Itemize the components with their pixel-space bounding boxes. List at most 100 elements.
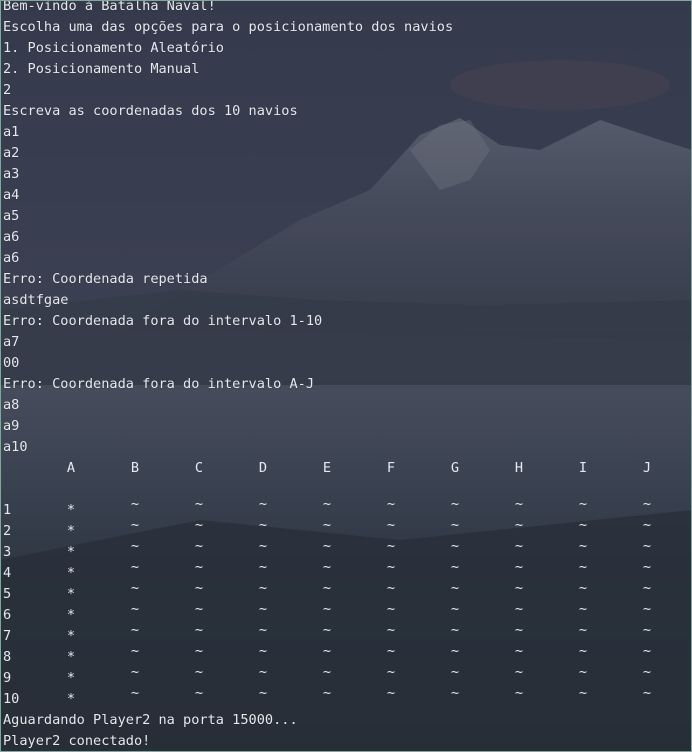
water-cell: ~: [258, 496, 268, 512]
water-cell: ~: [322, 517, 332, 533]
board-row-label: 2: [3, 523, 12, 539]
terminal-line: Escolha uma das opções para o posicionam…: [3, 19, 454, 35]
terminal-line: a8: [3, 397, 20, 413]
water-cell: ~: [578, 496, 588, 512]
terminal-line: a4: [3, 187, 20, 203]
ship-cell: *: [66, 607, 76, 623]
terminal-line: a1: [3, 124, 20, 140]
ship-cell: *: [66, 544, 76, 560]
water-cell: ~: [642, 559, 652, 575]
water-cell: ~: [514, 622, 524, 638]
terminal-line: asdtfgae: [3, 292, 69, 308]
board-column-header: H: [514, 460, 524, 476]
board-column-header: G: [450, 460, 460, 476]
water-cell: ~: [578, 580, 588, 596]
ship-cell: *: [66, 691, 76, 707]
water-cell: ~: [514, 685, 524, 701]
water-cell: ~: [386, 685, 396, 701]
water-cell: ~: [386, 538, 396, 554]
water-cell: ~: [194, 601, 204, 617]
board-row-label: 10: [3, 691, 20, 707]
ship-cell: *: [66, 523, 76, 539]
water-cell: ~: [642, 643, 652, 659]
board-row-label: 1: [3, 502, 12, 518]
terminal-line: a7: [3, 334, 20, 350]
water-cell: ~: [258, 601, 268, 617]
water-cell: ~: [322, 622, 332, 638]
water-cell: ~: [642, 685, 652, 701]
terminal-line: 2: [3, 82, 12, 98]
water-cell: ~: [130, 622, 140, 638]
terminal-line: a9: [3, 418, 20, 434]
board-column-header: J: [642, 460, 652, 476]
terminal-window[interactable]: Bem-vindo à Batalha Naval! Escolha uma da…: [0, 0, 692, 752]
board-row-label: 6: [3, 607, 12, 623]
water-cell: ~: [450, 664, 460, 680]
terminal-line: a5: [3, 208, 20, 224]
terminal-line: 1. Posicionamento Aleatório: [3, 40, 224, 56]
water-cell: ~: [514, 517, 524, 533]
board-row-label: 8: [3, 649, 12, 665]
water-cell: ~: [322, 538, 332, 554]
terminal-line: a10: [3, 439, 28, 455]
ship-cell: *: [66, 565, 76, 581]
water-cell: ~: [322, 664, 332, 680]
water-cell: ~: [642, 580, 652, 596]
water-cell: ~: [450, 622, 460, 638]
water-cell: ~: [130, 580, 140, 596]
water-cell: ~: [642, 538, 652, 554]
water-cell: ~: [450, 538, 460, 554]
ship-cell: *: [66, 502, 76, 518]
water-cell: ~: [322, 496, 332, 512]
board-column-header: C: [194, 460, 204, 476]
water-cell: ~: [450, 685, 460, 701]
ship-cell: *: [66, 649, 76, 665]
water-cell: ~: [258, 664, 268, 680]
water-cell: ~: [514, 559, 524, 575]
terminal-line: 00: [3, 355, 20, 371]
board-row-label: 5: [3, 586, 12, 602]
board-column-header: B: [130, 460, 140, 476]
board-row-label: 4: [3, 565, 12, 581]
ship-cell: *: [66, 628, 76, 644]
terminal-line: a6: [3, 250, 20, 266]
water-cell: ~: [514, 496, 524, 512]
water-cell: ~: [386, 517, 396, 533]
water-cell: ~: [130, 664, 140, 680]
water-cell: ~: [642, 517, 652, 533]
board-row-label: 7: [3, 628, 12, 644]
terminal-line: Erro: Coordenada repetida: [3, 271, 208, 287]
terminal-line: 2. Posicionamento Manual: [3, 61, 200, 77]
water-cell: ~: [450, 601, 460, 617]
water-cell: ~: [194, 496, 204, 512]
water-cell: ~: [194, 517, 204, 533]
water-cell: ~: [514, 538, 524, 554]
water-cell: ~: [258, 643, 268, 659]
water-cell: ~: [386, 643, 396, 659]
water-cell: ~: [578, 643, 588, 659]
water-cell: ~: [578, 517, 588, 533]
water-cell: ~: [130, 601, 140, 617]
terminal-line: a6: [3, 229, 20, 245]
board-row-label: 3: [3, 544, 12, 560]
water-cell: ~: [322, 559, 332, 575]
water-cell: ~: [322, 643, 332, 659]
water-cell: ~: [258, 580, 268, 596]
board-column-header: I: [578, 460, 588, 476]
water-cell: ~: [514, 580, 524, 596]
water-cell: ~: [322, 601, 332, 617]
water-cell: ~: [450, 517, 460, 533]
terminal-line: Erro: Coordenada fora do intervalo A-J: [3, 376, 314, 392]
water-cell: ~: [386, 559, 396, 575]
water-cell: ~: [194, 643, 204, 659]
water-cell: ~: [194, 685, 204, 701]
terminal-status-line: Aguardando Player2 na porta 15000...: [3, 712, 298, 728]
water-cell: ~: [642, 622, 652, 638]
water-cell: ~: [322, 685, 332, 701]
water-cell: ~: [258, 685, 268, 701]
board-column-header: F: [386, 460, 396, 476]
water-cell: ~: [258, 517, 268, 533]
water-cell: ~: [258, 559, 268, 575]
water-cell: ~: [386, 601, 396, 617]
terminal-line: a2: [3, 145, 20, 161]
